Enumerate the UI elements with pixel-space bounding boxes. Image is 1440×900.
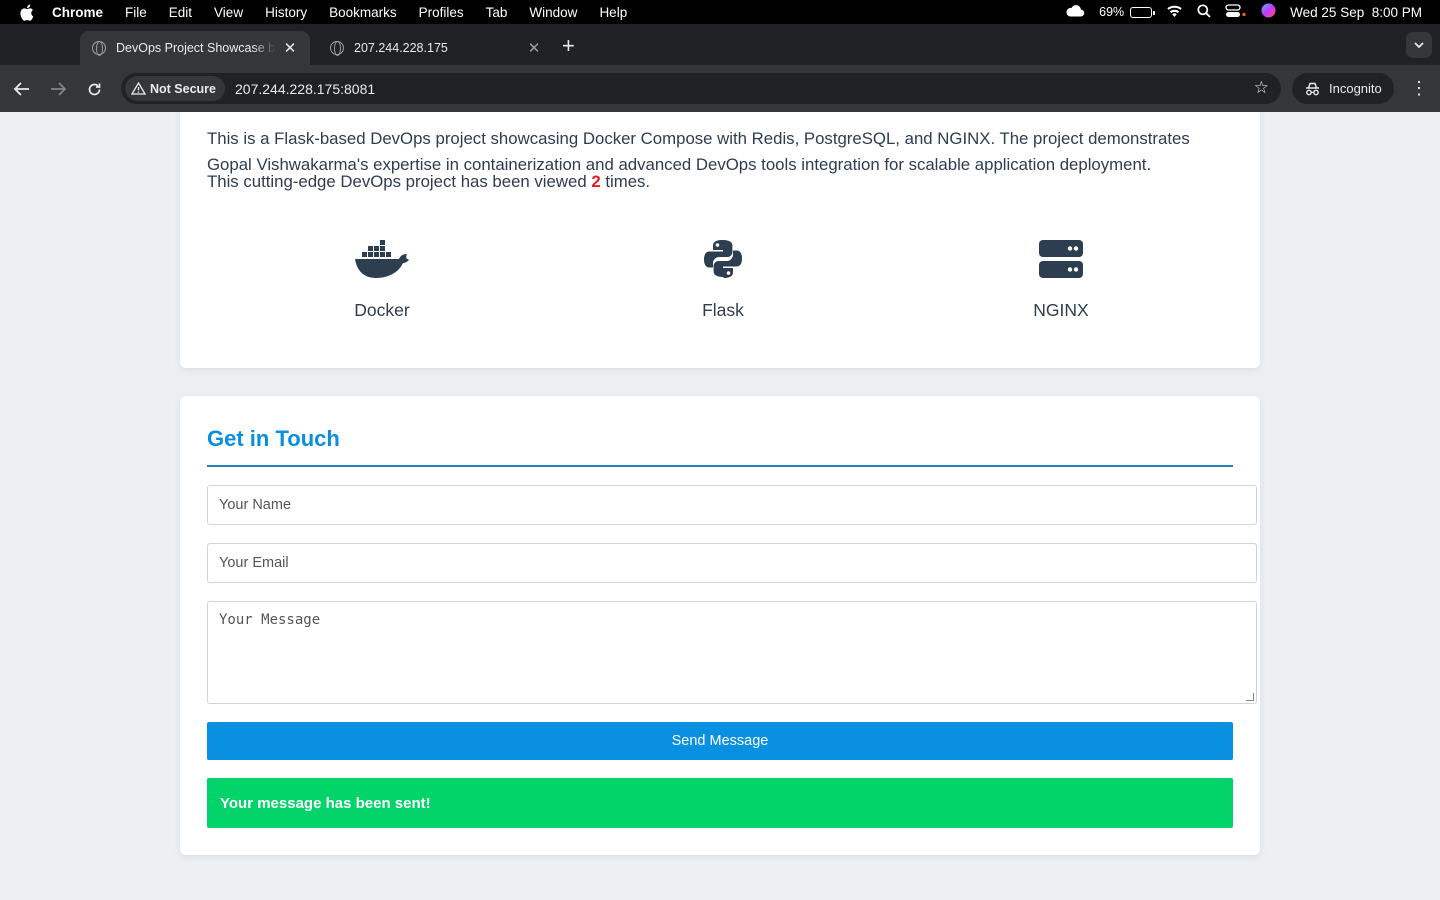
contact-section-title: Get in Touch: [207, 426, 340, 451]
close-tab-icon[interactable]: ✕: [526, 39, 542, 57]
title-divider: [207, 465, 1233, 467]
email-input[interactable]: Your Email: [207, 543, 1257, 583]
resize-handle-icon[interactable]: [1246, 693, 1254, 701]
tech-name: Docker: [354, 300, 410, 320]
tech-flask: Flask: [633, 237, 813, 321]
tab-strip: DevOps Project Showcase by ✕ 207.244.228…: [0, 24, 1440, 65]
success-alert-text: Your message has been sent!: [220, 794, 431, 812]
reload-icon: [88, 83, 100, 95]
contact-card: Get in Touch Your Name Your Email Your M…: [180, 396, 1260, 855]
spotlight-search-icon[interactable]: [1197, 3, 1211, 21]
view-count: 2: [591, 172, 601, 191]
battery-percent: 69%: [1099, 5, 1125, 19]
menu-view[interactable]: View: [214, 5, 243, 20]
menu-window[interactable]: Window: [529, 5, 577, 20]
email-placeholder: Your Email: [219, 555, 289, 571]
bookmark-star-icon[interactable]: ☆: [1254, 78, 1269, 98]
new-tab-button[interactable]: +: [562, 35, 575, 57]
incognito-label: Incognito: [1329, 81, 1382, 96]
incognito-chip[interactable]: Incognito: [1292, 73, 1394, 104]
name-input[interactable]: Your Name: [207, 485, 1257, 525]
tech-nginx: NGINX: [971, 237, 1151, 321]
view-counter: This cutting-edge DevOps project has bee…: [207, 172, 650, 192]
menubar-clock[interactable]: Wed 25 Sep 8:00 PM: [1290, 5, 1422, 20]
url-text[interactable]: 207.244.228.175:8081: [235, 81, 375, 97]
message-placeholder: Your Message: [219, 612, 321, 628]
macos-menubar: Chrome File Edit View History Bookmarks …: [0, 0, 1440, 24]
server-icon: [971, 237, 1151, 281]
battery-icon: [1130, 6, 1155, 18]
name-placeholder: Your Name: [219, 497, 292, 513]
reload-button[interactable]: [82, 77, 106, 101]
arrow-right-icon: [51, 82, 66, 96]
siri-icon[interactable]: [1261, 3, 1276, 21]
docker-icon: [292, 237, 472, 281]
address-bar[interactable]: Not Secure 207.244.228.175:8081 ☆: [121, 73, 1281, 104]
menu-help[interactable]: Help: [599, 5, 627, 20]
chrome-menu-icon[interactable]: ⋮: [1410, 78, 1428, 98]
tech-docker: Docker: [292, 237, 472, 321]
tab-devops-showcase[interactable]: DevOps Project Showcase by ✕: [80, 31, 310, 65]
menu-tab[interactable]: Tab: [486, 5, 508, 20]
tab-ip-address[interactable]: 207.244.228.175 ✕: [318, 31, 554, 65]
view-counter-suffix: times.: [605, 172, 651, 191]
menu-edit[interactable]: Edit: [169, 5, 192, 20]
tab-search-button[interactable]: [1406, 32, 1432, 58]
page-viewport: This is a Flask-based DevOps project sho…: [0, 112, 1440, 900]
wifi-icon[interactable]: [1166, 4, 1183, 20]
battery-indicator[interactable]: 69%: [1099, 5, 1155, 19]
incognito-icon: [1306, 82, 1319, 95]
about-card: This is a Flask-based DevOps project sho…: [180, 112, 1260, 368]
python-icon: [633, 237, 813, 281]
success-alert: Your message has been sent!: [207, 778, 1233, 828]
menu-profiles[interactable]: Profiles: [419, 5, 464, 20]
forward-button[interactable]: [46, 77, 70, 101]
browser-toolbar: Not Secure 207.244.228.175:8081 ☆ Incogn…: [0, 65, 1440, 112]
chevron-down-icon: [1414, 41, 1424, 48]
send-message-button[interactable]: Send Message: [207, 722, 1233, 760]
send-message-label: Send Message: [671, 733, 769, 749]
close-tab-icon[interactable]: ✕: [282, 39, 298, 57]
menu-app-name[interactable]: Chrome: [52, 5, 103, 20]
tab-title: DevOps Project Showcase by: [116, 41, 276, 55]
apple-icon[interactable]: [0, 4, 52, 21]
tech-name: Flask: [702, 300, 744, 320]
arrow-left-icon: [14, 82, 29, 96]
globe-icon: [330, 41, 344, 56]
menu-file[interactable]: File: [125, 5, 147, 20]
message-textarea[interactable]: Your Message: [207, 601, 1257, 704]
tab-title: 207.244.228.175: [354, 41, 448, 55]
menu-history[interactable]: History: [265, 5, 307, 20]
security-chip[interactable]: Not Secure: [125, 76, 225, 101]
warning-icon: [131, 82, 146, 95]
menu-bookmarks[interactable]: Bookmarks: [329, 5, 397, 20]
control-center-icon[interactable]: [1225, 3, 1247, 21]
tech-name: NGINX: [1033, 300, 1089, 320]
project-description: This is a Flask-based DevOps project sho…: [207, 129, 1190, 174]
view-counter-prefix: This cutting-edge DevOps project has bee…: [207, 172, 587, 191]
cloud-icon[interactable]: [1065, 4, 1085, 20]
globe-icon: [92, 41, 106, 56]
back-button[interactable]: [10, 77, 34, 101]
security-label: Not Secure: [150, 81, 216, 96]
